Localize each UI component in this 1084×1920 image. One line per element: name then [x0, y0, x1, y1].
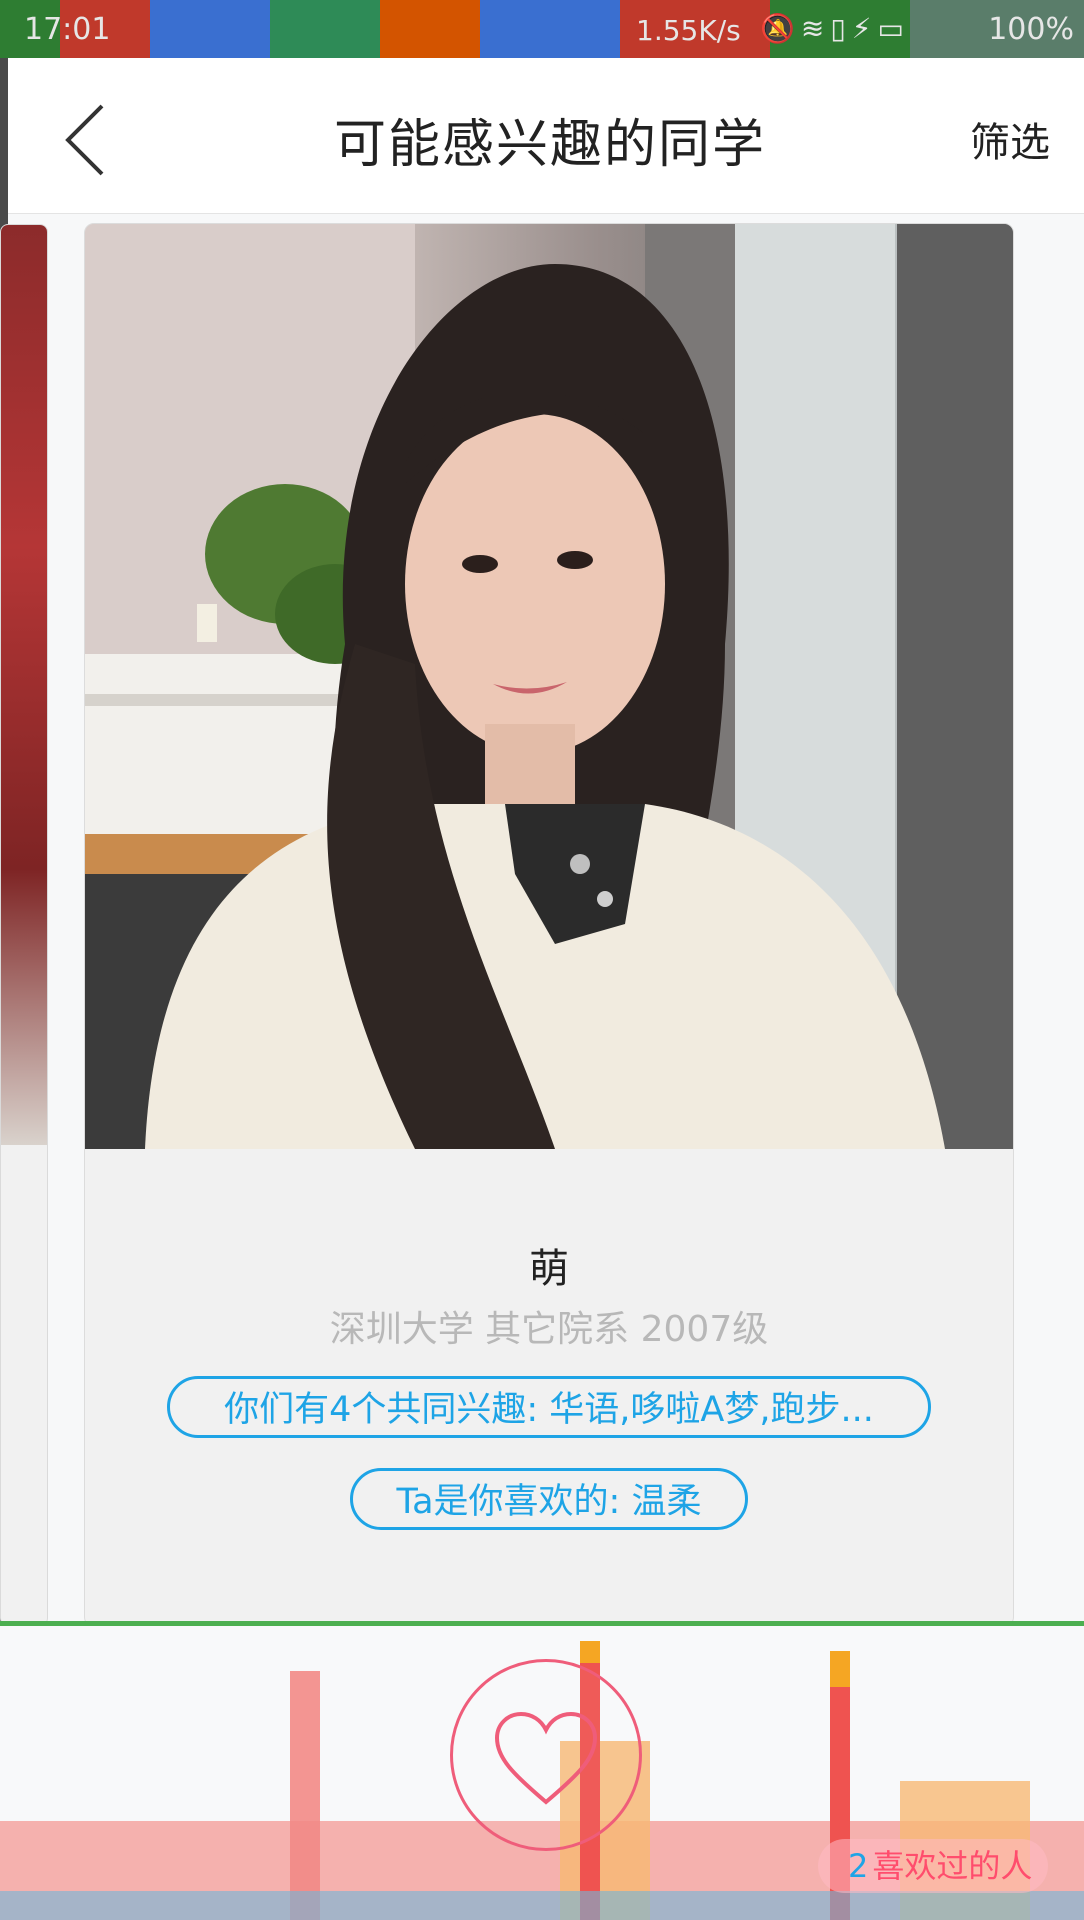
status-bar-stripe: [150, 0, 270, 58]
liked-people-link[interactable]: 2 喜欢过的人: [818, 1839, 1049, 1893]
status-bar-stripe: [480, 0, 620, 58]
battery-icon: ▭: [877, 12, 910, 45]
status-time: 17:01: [24, 12, 111, 47]
status-bar-stripe: [380, 0, 480, 58]
profile-school: 深圳大学 其它院系 2007级: [329, 1309, 769, 1350]
sim-icon: ▯: [830, 12, 852, 45]
filter-button[interactable]: 筛选: [970, 110, 1050, 168]
status-bar-stripe: [270, 0, 380, 58]
heart-icon: [494, 1711, 598, 1805]
liked-count: 2: [848, 1847, 869, 1885]
status-icons: 🔕≋▯⚡▭: [760, 12, 910, 45]
previous-card-photo: [1, 225, 47, 1145]
wifi-icon: ≋: [800, 12, 831, 45]
bottom-action-bar: 2 喜欢过的人: [0, 1621, 1084, 1920]
charging-icon: ⚡: [851, 12, 878, 45]
profile-photo-illustration: [85, 224, 1013, 1149]
mute-icon: 🔕: [760, 12, 801, 45]
liked-trait-tag[interactable]: Ta是你喜欢的: 温柔: [350, 1468, 748, 1530]
battery-percent: 100%: [988, 12, 1074, 47]
like-button[interactable]: [450, 1659, 642, 1851]
liked-label: 喜欢过的人: [872, 1847, 1033, 1885]
profile-name: 萌: [529, 1246, 569, 1292]
profile-photo[interactable]: [85, 224, 1013, 1149]
profile-card[interactable]: 萌 深圳大学 其它院系 2007级 你们有4个共同兴趣: 华语,哆啦A梦,跑步.…: [84, 223, 1014, 1627]
app-header: 可能感兴趣的同学 筛选: [8, 58, 1084, 214]
page-title: 可能感兴趣的同学: [333, 115, 766, 175]
previous-card[interactable]: [0, 224, 48, 1626]
status-net-speed: 1.55K/s: [636, 14, 741, 47]
common-interests-tag[interactable]: 你们有4个共同兴趣: 华语,哆啦A梦,跑步...: [167, 1376, 931, 1438]
status-bar: 17:01 1.55K/s 🔕≋▯⚡▭ 100%: [0, 0, 1084, 58]
